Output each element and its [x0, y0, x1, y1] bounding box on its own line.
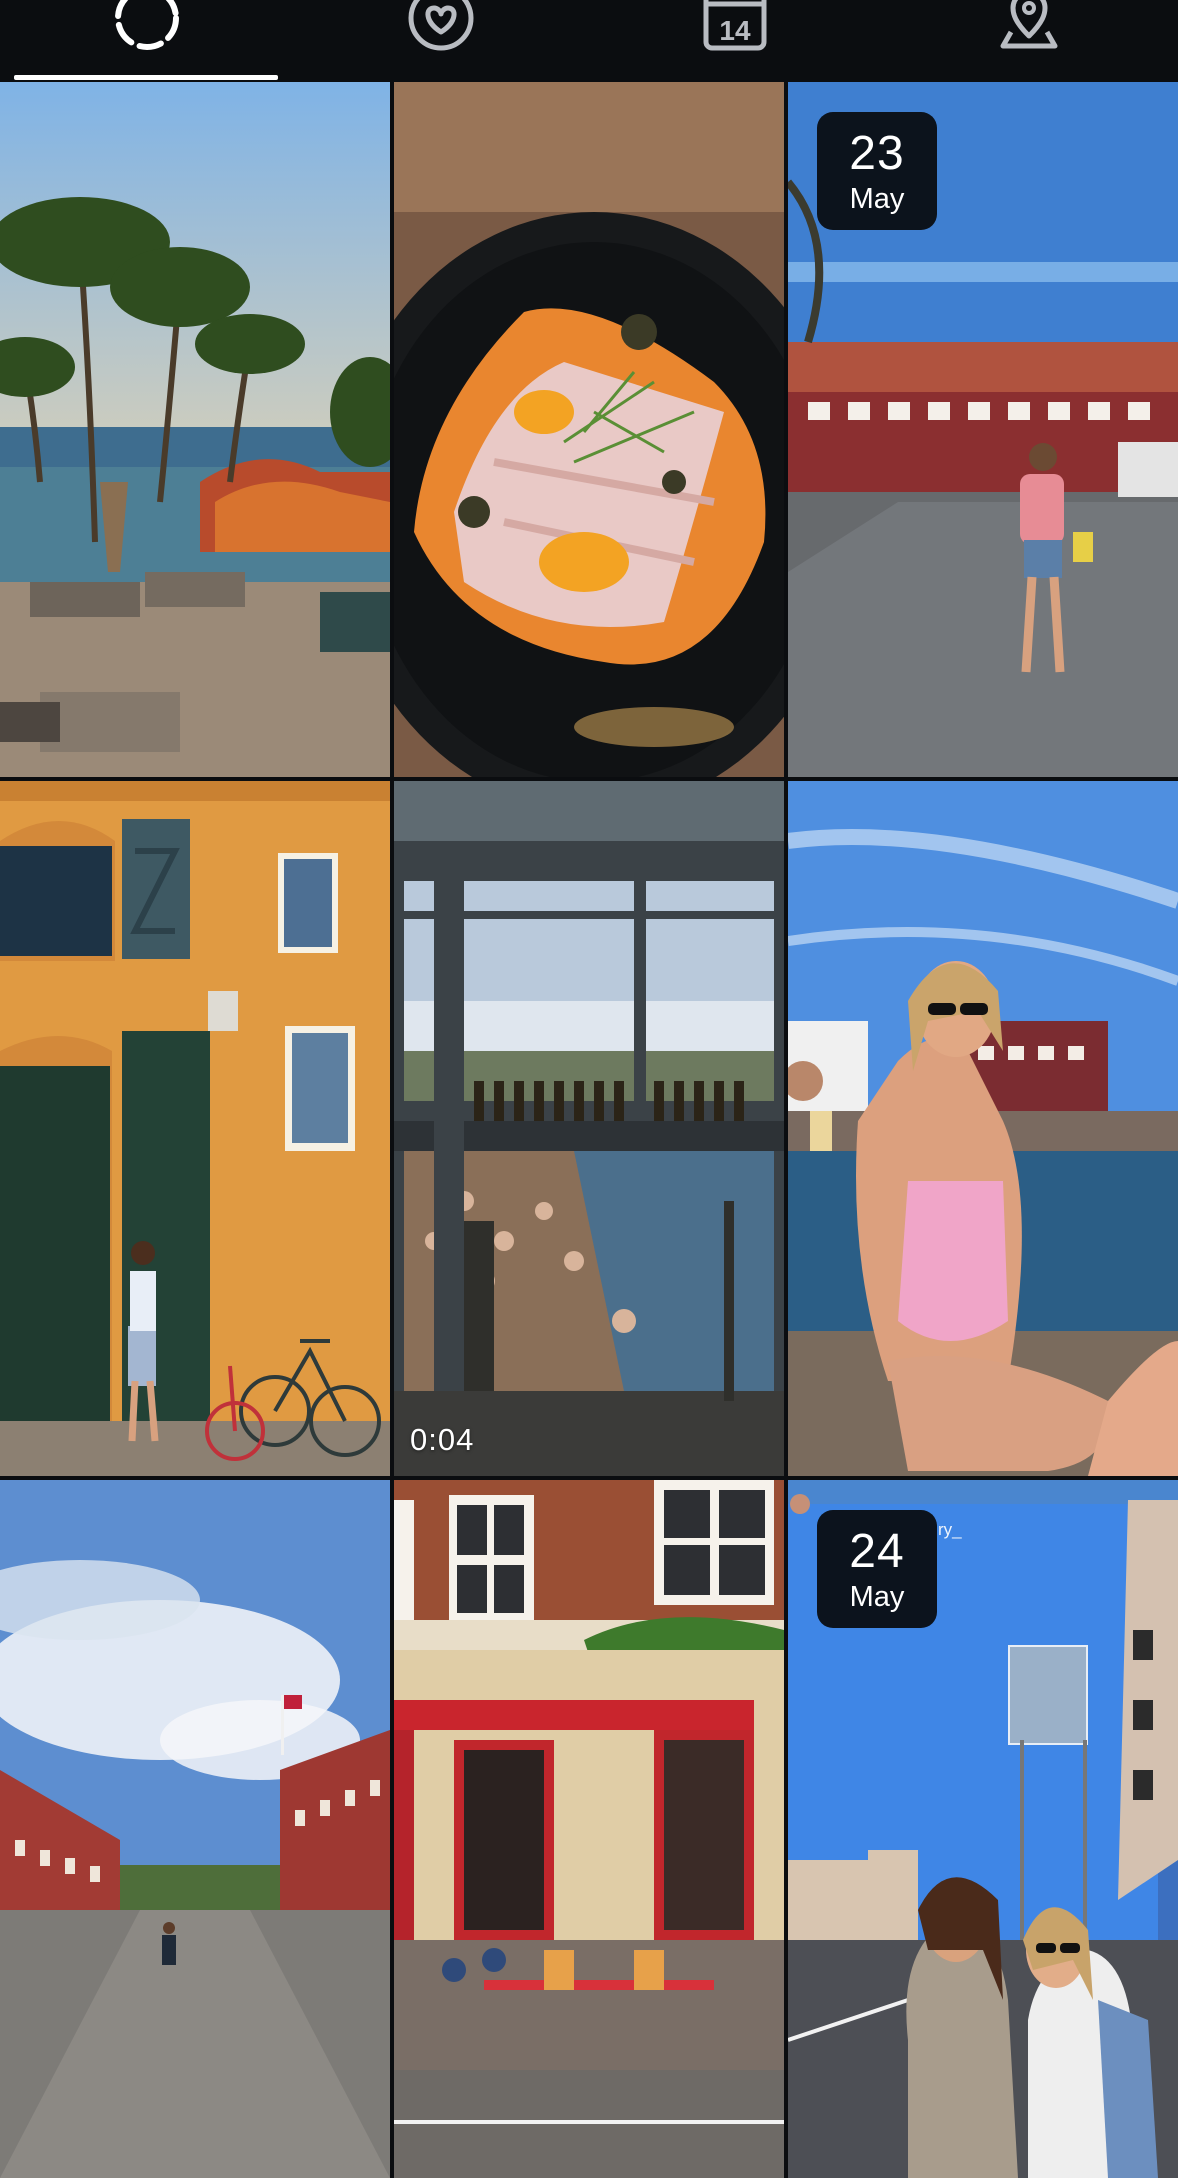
grid-item-red-barracks[interactable] [0, 1480, 390, 2178]
grid-item-two-women-street[interactable]: ry_ 24 May [788, 1480, 1178, 2178]
video-duration: 0:04 [410, 1422, 475, 1457]
active-tab-indicator [14, 75, 278, 80]
grid-item-harbour-woman[interactable]: 23 May [788, 82, 1178, 777]
top-tab-bar: 14 [0, 0, 1178, 82]
story-username-fragment: ry_ [938, 1520, 962, 1539]
date-month: May [849, 183, 905, 215]
date-day: 24 [849, 1525, 905, 1578]
grid-item-swimsuit-wine[interactable] [788, 781, 1178, 1476]
tab-all[interactable] [0, 0, 294, 82]
tab-places[interactable] [882, 0, 1176, 82]
calendar-icon: 14 [703, 0, 767, 51]
date-day: 23 [849, 127, 905, 180]
photo-thumbnail [0, 781, 390, 1476]
heart-circle-icon [408, 0, 474, 51]
photo-thumbnail [788, 781, 1178, 1476]
photo-thumbnail [394, 781, 784, 1476]
photo-thumbnail [394, 1480, 784, 2178]
date-badge: 23 May [817, 112, 937, 230]
location-pin-icon [1000, 0, 1058, 49]
grid-item-fish-dish[interactable] [394, 82, 784, 777]
calendar-day-label: 14 [719, 15, 751, 46]
photo-thumbnail [0, 82, 390, 777]
grid-item-harbour-video[interactable]: 0:04 [394, 781, 784, 1476]
photo-thumbnail [0, 1480, 390, 2178]
tab-favorites[interactable] [294, 0, 588, 82]
grid-item-canal-cafe[interactable] [394, 1480, 784, 2178]
photo-thumbnail [394, 82, 784, 777]
dashed-circle-icon [115, 0, 179, 50]
grid-item-orange-building[interactable] [0, 781, 390, 1476]
tab-calendar[interactable]: 14 [588, 0, 882, 82]
grid-item-pool-palms[interactable] [0, 82, 390, 777]
date-month: May [849, 1581, 905, 1613]
date-badge: 24 May [817, 1510, 937, 1628]
